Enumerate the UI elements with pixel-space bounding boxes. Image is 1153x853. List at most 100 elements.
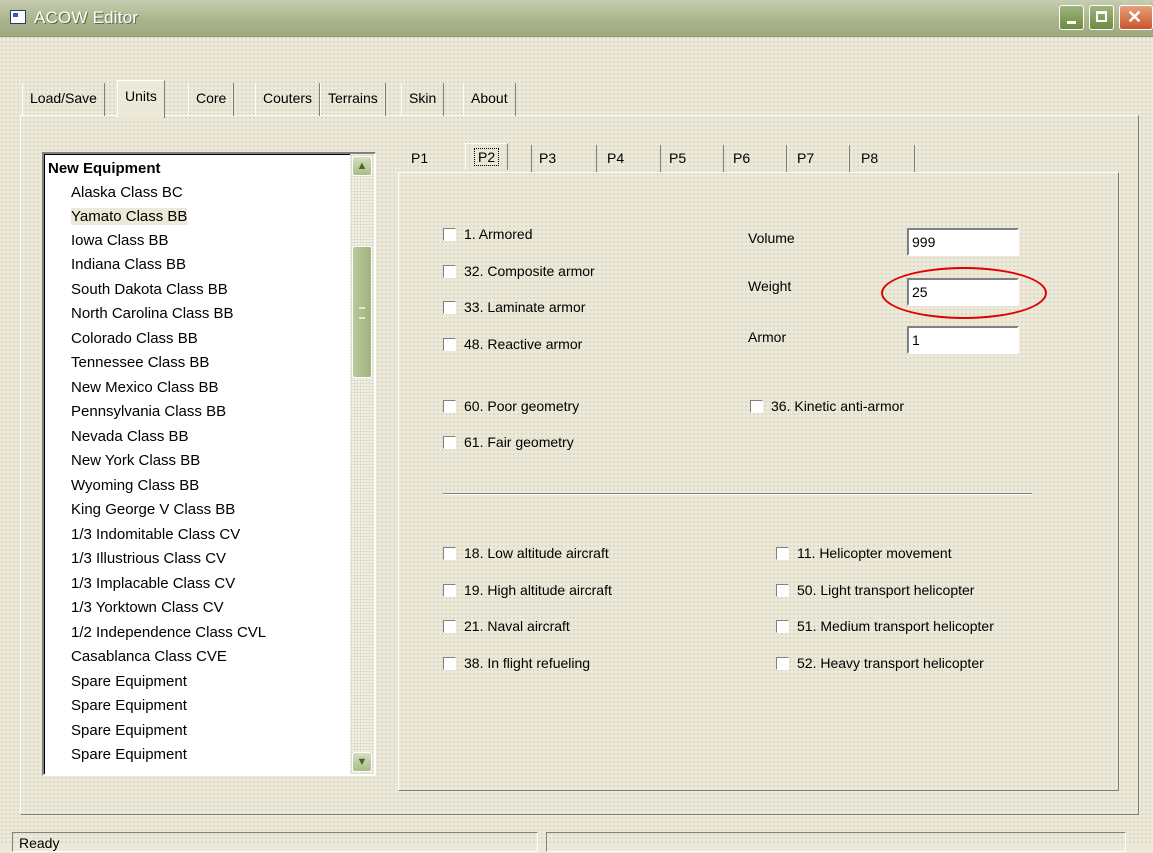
tab-p4[interactable]: P4: [607, 145, 624, 171]
checkbox-helicopter-movement[interactable]: 11. Helicopter movement: [776, 543, 952, 563]
checkbox-box[interactable]: [443, 583, 456, 597]
tab-skin[interactable]: Skin: [401, 83, 445, 116]
checkbox-label: 33. Laminate armor: [464, 299, 586, 315]
list-item[interactable]: Wyoming Class BB: [71, 474, 199, 498]
list-item[interactable]: Spare Equipment: [71, 719, 187, 743]
list-item[interactable]: Iowa Class BB: [71, 229, 169, 253]
checkbox-laminate-armor[interactable]: 33. Laminate armor: [443, 297, 585, 317]
list-item[interactable]: Alaska Class BC: [71, 181, 183, 205]
list-item[interactable]: 1/3 Indomitable Class CV: [71, 523, 240, 547]
checkbox-light-transport-helicopter[interactable]: 50. Light transport helicopter: [776, 580, 974, 600]
list-scrollbar[interactable]: ▲ ▼: [350, 154, 374, 774]
volume-field[interactable]: 999: [907, 228, 1019, 256]
tab-separator: [531, 145, 532, 172]
tab-p1[interactable]: P1: [411, 145, 428, 171]
tab-couters[interactable]: Couters: [255, 83, 321, 116]
checkbox-box[interactable]: [443, 337, 456, 351]
checkbox-box[interactable]: [443, 300, 456, 314]
unit-listbox[interactable]: New Equipment Alaska Class BC Yamato Cla…: [42, 152, 376, 776]
checkbox-poor-geometry[interactable]: 60. Poor geometry: [443, 396, 579, 416]
armor-label: Armor: [748, 329, 787, 345]
list-item[interactable]: 1/2 Independence Class CVL: [71, 621, 266, 645]
checkbox-high-altitude-aircraft[interactable]: 19. High altitude aircraft: [443, 580, 612, 600]
maximize-button[interactable]: [1089, 5, 1114, 30]
list-item[interactable]: King George V Class BB: [71, 498, 235, 522]
tab-core[interactable]: Core: [188, 83, 235, 116]
checkbox-label: 48. Reactive armor: [464, 336, 583, 352]
tab-p2[interactable]: P2: [465, 143, 509, 170]
checkbox-box[interactable]: [443, 656, 456, 670]
tab-about[interactable]: About: [463, 83, 516, 116]
checkbox-box[interactable]: [443, 264, 456, 278]
checkbox-low-altitude-aircraft[interactable]: 18. Low altitude aircraft: [443, 543, 609, 563]
checkbox-box[interactable]: [443, 227, 456, 241]
checkbox-medium-transport-helicopter[interactable]: 51. Medium transport helicopter: [776, 616, 994, 636]
checkbox-box[interactable]: [443, 435, 456, 449]
checkbox-box[interactable]: [776, 546, 789, 560]
checkbox-label: 38. In flight refueling: [464, 655, 591, 671]
checkbox-box[interactable]: [776, 656, 789, 670]
unit-list: New Equipment Alaska Class BC Yamato Cla…: [44, 154, 374, 774]
tab-p8[interactable]: P8: [861, 145, 878, 171]
tab-separator: [596, 145, 597, 172]
tab-p5[interactable]: P5: [669, 145, 686, 171]
checkbox-composite-armor[interactable]: 32. Composite armor: [443, 261, 595, 281]
checkbox-label: 36. Kinetic anti-armor: [771, 398, 905, 414]
tab-p3[interactable]: P3: [539, 145, 556, 171]
checkbox-label: 32. Composite armor: [464, 263, 595, 279]
title-bar[interactable]: ACOW Editor: [0, 0, 1153, 37]
checkbox-heavy-transport-helicopter[interactable]: 52. Heavy transport helicopter: [776, 653, 984, 673]
checkbox-label: 52. Heavy transport helicopter: [797, 655, 984, 671]
list-item[interactable]: South Dakota Class BB: [71, 278, 228, 302]
tab-p7[interactable]: P7: [797, 145, 814, 171]
close-button[interactable]: [1119, 5, 1153, 30]
tab-load-save[interactable]: Load/Save: [22, 83, 105, 116]
checkbox-box[interactable]: [776, 583, 789, 597]
checkbox-naval-aircraft[interactable]: 21. Naval aircraft: [443, 616, 570, 636]
scroll-thumb[interactable]: [352, 246, 372, 378]
scroll-up-button[interactable]: ▲: [352, 156, 372, 176]
list-item[interactable]: 1/3 Illustrious Class CV: [71, 547, 226, 571]
list-item[interactable]: Indiana Class BB: [71, 253, 186, 277]
checkbox-kinetic-anti-armor[interactable]: 36. Kinetic anti-armor: [750, 396, 904, 416]
tab-terrains[interactable]: Terrains: [320, 83, 386, 116]
list-item[interactable]: 1/3 Implacable Class CV: [71, 572, 235, 596]
list-item[interactable]: Nevada Class BB: [71, 425, 189, 449]
tab-units[interactable]: Units: [117, 80, 165, 118]
list-item[interactable]: 1/3 Yorktown Class CV: [71, 596, 224, 620]
list-item-selected[interactable]: Yamato Class BB: [71, 205, 188, 229]
checkbox-label: 21. Naval aircraft: [464, 618, 570, 634]
list-item[interactable]: North Carolina Class BB: [71, 302, 234, 326]
list-item[interactable]: New Mexico Class BB: [71, 376, 219, 400]
list-item[interactable]: Pennsylvania Class BB: [71, 400, 226, 424]
checkbox-in-flight-refueling[interactable]: 38. In flight refueling: [443, 653, 590, 673]
list-item[interactable]: Spare Equipment: [71, 670, 187, 694]
minimize-button[interactable]: [1059, 5, 1084, 30]
list-item[interactable]: Casablanca Class CVE: [71, 645, 227, 669]
divider: [443, 493, 1032, 495]
tab-p6[interactable]: P6: [733, 145, 750, 171]
checkbox-fair-geometry[interactable]: 61. Fair geometry: [443, 432, 574, 452]
list-header[interactable]: New Equipment: [48, 157, 161, 181]
checkbox-box[interactable]: [443, 546, 456, 560]
checkbox-box[interactable]: [750, 399, 763, 413]
checkbox-label: 60. Poor geometry: [464, 398, 580, 414]
tab-separator: [914, 145, 915, 172]
checkbox-label: 51. Medium transport helicopter: [797, 618, 994, 634]
checkbox-box[interactable]: [443, 399, 456, 413]
list-item[interactable]: New York Class BB: [71, 449, 200, 473]
list-item[interactable]: Spare Equipment: [71, 743, 187, 767]
checkbox-box[interactable]: [443, 619, 456, 633]
tab-separator: [849, 145, 850, 172]
checkbox-label: 11. Helicopter movement: [797, 545, 952, 561]
checkbox-reactive-armor[interactable]: 48. Reactive armor: [443, 334, 582, 354]
armor-field[interactable]: 1: [907, 326, 1019, 354]
checkbox-box[interactable]: [776, 619, 789, 633]
list-item[interactable]: Colorado Class BB: [71, 327, 198, 351]
scroll-down-button[interactable]: ▼: [352, 752, 372, 772]
list-item[interactable]: Spare Equipment: [71, 694, 187, 718]
checkbox-label: 50. Light transport helicopter: [797, 582, 975, 598]
list-item[interactable]: Tennessee Class BB: [71, 351, 209, 375]
checkbox-armored[interactable]: 1. Armored: [443, 224, 532, 244]
tab-separator: [723, 145, 724, 172]
